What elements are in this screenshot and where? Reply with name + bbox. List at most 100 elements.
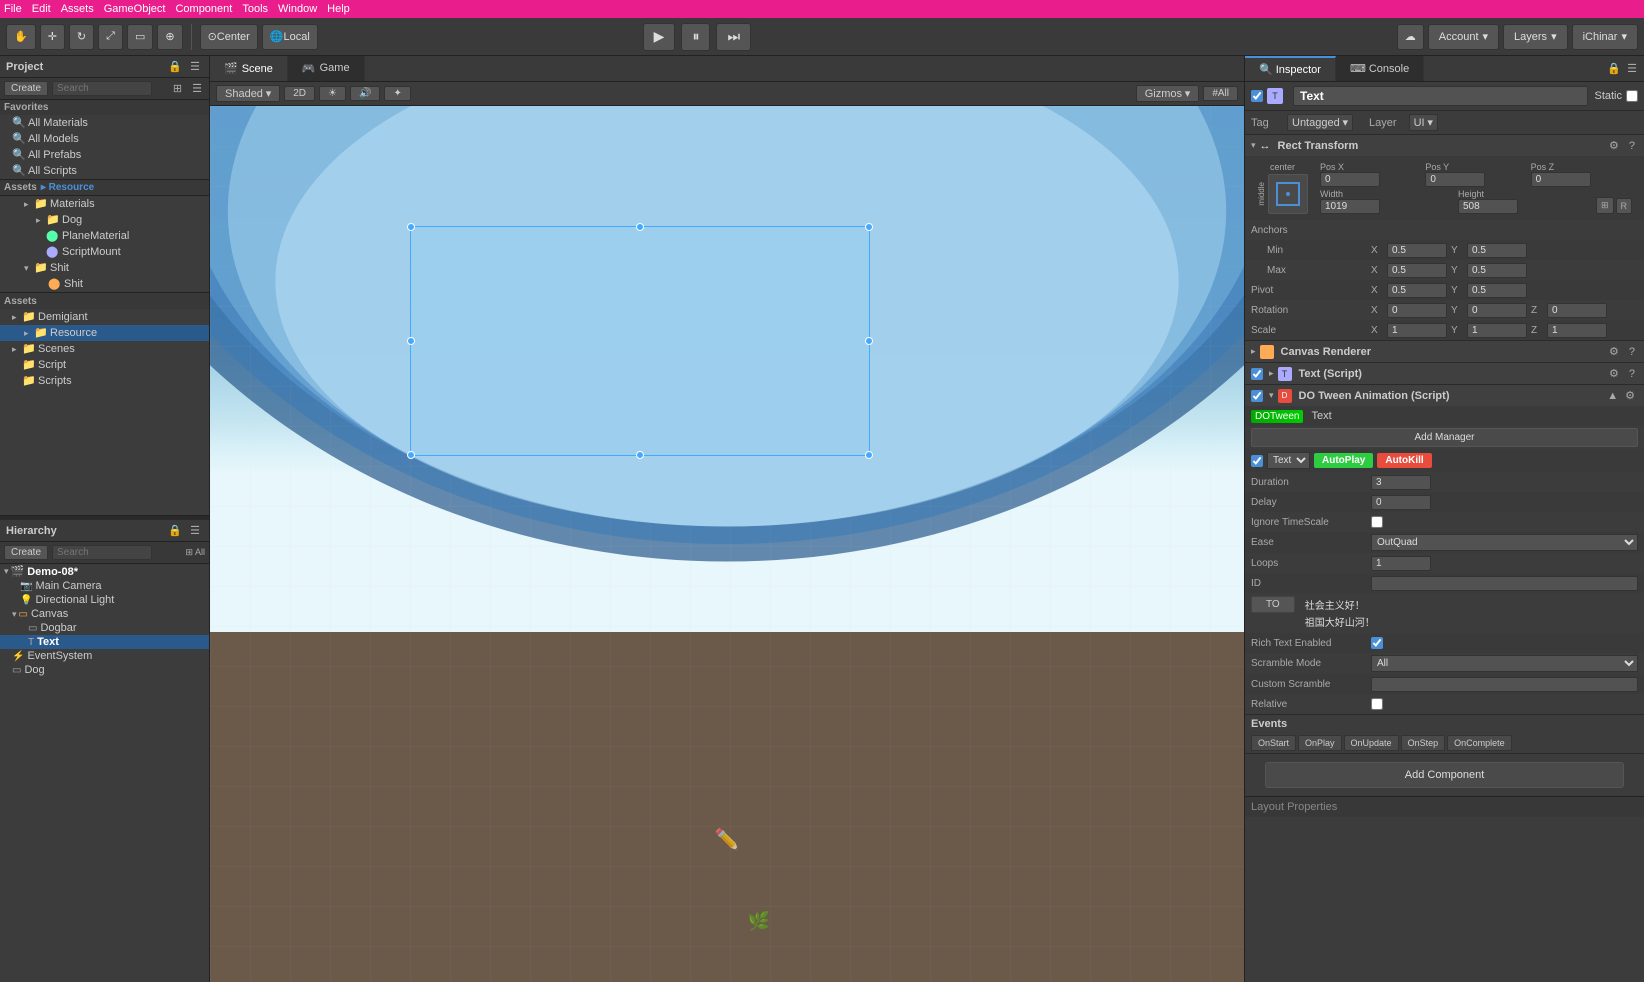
hierarchy-directional-light[interactable]: 💡 Directional Light xyxy=(0,593,209,607)
hierarchy-dog[interactable]: ▭ Dog xyxy=(0,663,209,677)
tool-scale[interactable]: ⤢ xyxy=(98,24,123,50)
all-btn[interactable]: #All xyxy=(1203,86,1238,101)
tree-demigiant[interactable]: ▸ 📁 Demigiant xyxy=(0,309,209,325)
project-panel-header[interactable]: Project 🔒 ☰ xyxy=(0,56,209,78)
text-script-settings-btn[interactable]: ⚙ xyxy=(1606,366,1622,381)
rect-help-btn[interactable]: ? xyxy=(1626,139,1638,153)
blueprint-btn[interactable]: ⊞ xyxy=(1596,197,1614,214)
tree-materials[interactable]: ▸ 📁 Materials xyxy=(0,196,209,212)
menu-tools[interactable]: Tools xyxy=(242,3,268,15)
rect-transform-header[interactable]: ▾ ↔ Rect Transform ⚙ ? xyxy=(1245,135,1644,156)
scale-y-input[interactable]: 1 xyxy=(1467,323,1527,338)
tool-transform[interactable]: ⊕ xyxy=(157,24,182,50)
hierarchy-panel-header[interactable]: Hierarchy 🔒 ☰ xyxy=(0,520,209,542)
scene-view[interactable]: ✏️ 🌿 xyxy=(210,106,1244,982)
pos-z-input[interactable]: 0 xyxy=(1531,172,1591,187)
custom-scramble-input[interactable] xyxy=(1371,677,1638,692)
scramble-mode-select[interactable]: All xyxy=(1371,655,1638,672)
tag-dropdown[interactable]: Untagged ▾ xyxy=(1287,114,1353,131)
loops-input[interactable]: 1 xyxy=(1371,556,1431,571)
tool-move[interactable]: ✛ xyxy=(40,24,65,50)
handle-bl[interactable] xyxy=(407,451,415,459)
ease-select[interactable]: OutQuad xyxy=(1371,534,1638,551)
menu-gameobject[interactable]: GameObject xyxy=(104,3,166,15)
pivot-y-input[interactable]: 0.5 xyxy=(1467,283,1527,298)
duration-input[interactable]: 3 xyxy=(1371,475,1431,490)
onstart-btn[interactable]: OnStart xyxy=(1251,735,1296,751)
rect-settings-btn[interactable]: ⚙ xyxy=(1606,138,1622,153)
handle-tr[interactable] xyxy=(865,223,873,231)
hierarchy-eventsystem[interactable]: ⚡ EventSystem xyxy=(0,649,209,663)
selection-rect[interactable] xyxy=(410,226,870,456)
text-script-help-btn[interactable]: ? xyxy=(1626,367,1638,381)
menu-assets[interactable]: Assets xyxy=(61,3,94,15)
tab-game[interactable]: 🎮 Game xyxy=(288,56,365,81)
2d-btn[interactable]: 2D xyxy=(284,86,315,101)
anchor-widget[interactable] xyxy=(1268,174,1308,214)
canvas-settings-btn[interactable]: ⚙ xyxy=(1606,344,1622,359)
shading-btn[interactable]: Shaded ▾ xyxy=(216,85,280,102)
id-input[interactable] xyxy=(1371,576,1638,591)
dotween-settings-btn[interactable]: ⚙ xyxy=(1622,388,1638,403)
fav-all-materials[interactable]: 🔍 All Materials xyxy=(0,115,209,131)
handle-tl[interactable] xyxy=(407,223,415,231)
project-search-options[interactable]: ⊞ xyxy=(170,81,185,96)
add-component-btn[interactable]: Add Component xyxy=(1265,762,1624,788)
account-dropdown[interactable]: Account ▾ xyxy=(1428,24,1499,50)
handle-br[interactable] xyxy=(865,451,873,459)
pivot-local-btn[interactable]: 🌐 Local xyxy=(262,24,318,50)
tree-script[interactable]: 📁 Script xyxy=(0,357,209,373)
anchors-min-y[interactable]: 0.5 xyxy=(1467,243,1527,258)
tool-rotate[interactable]: ↻ xyxy=(69,24,94,50)
dotween-header[interactable]: ▾ D DO Tween Animation (Script) ▲ ⚙ xyxy=(1245,385,1644,406)
hierarchy-menu-btn[interactable]: ☰ xyxy=(187,523,203,538)
canvas-help-btn[interactable]: ? xyxy=(1626,345,1638,359)
width-input[interactable]: 1019 xyxy=(1320,199,1380,214)
tree-planematerial[interactable]: ⬤ PlaneMaterial xyxy=(0,228,209,244)
scale-x-input[interactable]: 1 xyxy=(1387,323,1447,338)
oncomplete-btn[interactable]: OnComplete xyxy=(1447,735,1512,751)
tab-console[interactable]: ⌨ Console xyxy=(1336,56,1424,81)
hierarchy-text[interactable]: T Text xyxy=(0,635,209,649)
height-input[interactable]: 508 xyxy=(1458,199,1518,214)
hierarchy-scene-root[interactable]: ▾ 🎬 Demo-08* xyxy=(0,564,209,579)
tool-rect[interactable]: ▭ xyxy=(127,24,153,50)
project-lock-btn[interactable]: 🔒 xyxy=(165,59,185,74)
handle-ml[interactable] xyxy=(407,337,415,345)
rot-y-input[interactable]: 0 xyxy=(1467,303,1527,318)
pos-y-input[interactable]: 0 xyxy=(1425,172,1485,187)
project-create-btn[interactable]: Create xyxy=(4,81,48,96)
tree-shit-asset[interactable]: ⬤ Shit xyxy=(0,276,209,292)
hierarchy-dogbar[interactable]: ▭ Dogbar xyxy=(0,621,209,635)
static-checkbox[interactable] xyxy=(1626,90,1638,102)
anchors-max-x[interactable]: 0.5 xyxy=(1387,263,1447,278)
dotween-type-check[interactable] xyxy=(1251,455,1263,467)
add-manager-btn[interactable]: Add Manager xyxy=(1251,428,1638,447)
collab-btn[interactable]: ☁ xyxy=(1397,24,1424,50)
project-search-input[interactable] xyxy=(52,81,152,96)
autoplay-btn[interactable]: AutoPlay xyxy=(1314,453,1373,468)
tree-scripts[interactable]: 📁 Scripts xyxy=(0,373,209,389)
audio-btn[interactable]: 🔊 xyxy=(350,86,380,101)
ignore-timescale-check[interactable] xyxy=(1371,516,1383,528)
canvas-renderer-header[interactable]: ▸ Canvas Renderer ⚙ ? xyxy=(1245,341,1644,362)
tree-resource[interactable]: ▸ 📁 Resource xyxy=(0,325,209,341)
tree-scriptmount[interactable]: ⬤ ScriptMount xyxy=(0,244,209,260)
hierarchy-search-input[interactable] xyxy=(52,545,152,560)
play-button[interactable]: ▶ xyxy=(643,23,676,51)
text-script-enable[interactable] xyxy=(1251,368,1263,380)
tree-shit-folder[interactable]: ▾ 📁 Shit xyxy=(0,260,209,276)
hierarchy-create-btn[interactable]: Create xyxy=(4,545,48,560)
pivot-x-input[interactable]: 0.5 xyxy=(1387,283,1447,298)
rich-text-check[interactable] xyxy=(1371,637,1383,649)
layers-dropdown[interactable]: Layers ▾ xyxy=(1503,24,1568,50)
gizmos-btn[interactable]: Gizmos ▾ xyxy=(1136,85,1200,102)
reset-btn[interactable]: R xyxy=(1616,198,1633,214)
project-view-toggle[interactable]: ☰ xyxy=(189,81,205,96)
tab-inspector[interactable]: 🔍 Inspector xyxy=(1245,56,1336,81)
lights-btn[interactable]: ☀ xyxy=(319,86,346,101)
fav-all-scripts[interactable]: 🔍 All Scripts xyxy=(0,163,209,179)
onupdate-btn[interactable]: OnUpdate xyxy=(1344,735,1399,751)
hierarchy-canvas[interactable]: ▾ ▭ Canvas xyxy=(0,607,209,621)
fav-all-prefabs[interactable]: 🔍 All Prefabs xyxy=(0,147,209,163)
